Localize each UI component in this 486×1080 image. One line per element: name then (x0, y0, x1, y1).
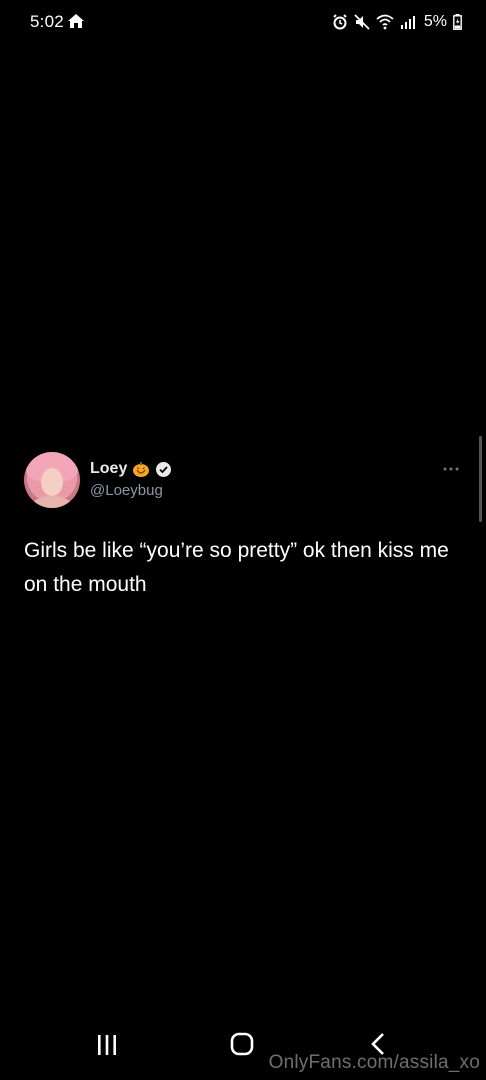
recents-icon[interactable] (95, 1034, 119, 1056)
battery-charging-icon (453, 14, 462, 30)
home-icon (68, 14, 84, 28)
mute-icon (354, 14, 370, 30)
signal-icon (400, 16, 415, 29)
verified-icon (156, 461, 172, 477)
scrollbar[interactable] (479, 436, 482, 522)
status-icons: 5% (332, 12, 462, 32)
navigation-bar: OnlyFans.com/assila_xo (0, 1024, 486, 1080)
tweet-text: Girls be like “you’re so pretty” ok then… (24, 539, 449, 596)
handle[interactable]: @Loeybug (90, 482, 163, 499)
more-options-icon[interactable] (442, 466, 460, 472)
battery-percentage: 5% (423, 13, 447, 30)
pumpkin-icon (133, 462, 150, 477)
author-name-row[interactable]: Loey (90, 460, 172, 478)
alarm-icon (333, 14, 347, 30)
wifi-icon (376, 14, 394, 30)
status-bar: 5:02 5% (0, 0, 486, 44)
status-time: 5:02 (30, 12, 64, 31)
display-name[interactable]: Loey (90, 460, 127, 478)
watermark: OnlyFans.com/assila_xo (268, 1052, 480, 1073)
avatar[interactable] (24, 452, 80, 508)
home-button-icon[interactable] (230, 1032, 254, 1056)
